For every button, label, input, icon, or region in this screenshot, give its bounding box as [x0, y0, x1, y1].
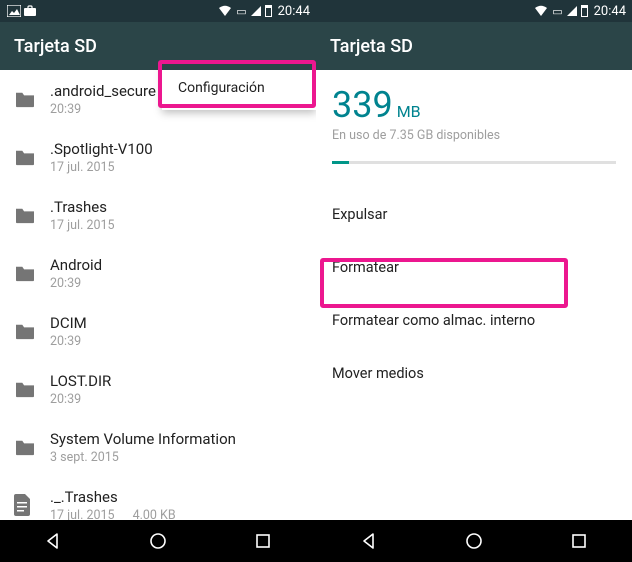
item-name: System Volume Information — [50, 430, 236, 448]
folder-icon — [14, 322, 50, 340]
file-icon — [14, 494, 50, 516]
status-icons: ▭ 20:44 — [534, 4, 626, 19]
item-name: .Trashes — [50, 198, 115, 216]
image-icon — [6, 5, 22, 17]
signal-icon — [567, 6, 577, 16]
app-title: Tarjeta SD — [14, 36, 97, 57]
clock-text: 20:44 — [278, 4, 310, 19]
battery-icon — [581, 5, 588, 17]
item-name: .Spotlight-V100 — [50, 140, 153, 158]
storage-used-value: 339 — [332, 84, 393, 126]
list-item[interactable]: ._.Trashes 17 jul. 2015 4.00 KB — [0, 476, 316, 520]
folder-icon — [14, 206, 50, 224]
status-bar: ▭ 20:44 — [316, 0, 632, 22]
nav-recent-button[interactable] — [568, 530, 590, 552]
item-sub: 20:39 — [50, 392, 81, 407]
item-sub: 20:39 — [50, 276, 81, 291]
list-item[interactable]: .Spotlight-V100 17 jul. 2015 — [0, 128, 316, 186]
option-format-internal[interactable]: Formatear como almac. interno — [316, 294, 632, 347]
menu-item-settings[interactable]: Configuración — [162, 70, 316, 110]
battery-icon — [265, 5, 272, 17]
briefcase-icon — [22, 5, 38, 17]
app-bar: Tarjeta SD — [316, 22, 632, 70]
storage-subtitle: En uso de 7.35 GB disponibles — [332, 128, 616, 143]
folder-icon — [14, 380, 50, 398]
item-name: DCIM — [50, 314, 87, 332]
item-name: .android_secure — [50, 82, 156, 100]
status-bar: ▭ 20:44 — [0, 0, 316, 22]
item-size: 4.00 KB — [133, 508, 176, 521]
wifi-icon — [218, 5, 232, 17]
storage-progress-fill — [332, 161, 349, 164]
folder-icon — [14, 90, 50, 108]
file-list: .android_secure 20:39 .Spotlight-V100 17… — [0, 70, 316, 520]
option-move-media[interactable]: Mover medios — [316, 347, 632, 400]
storage-used-unit: MB — [397, 102, 421, 121]
no-sim-icon: ▭ — [236, 5, 246, 18]
left-phone: ▭ 20:44 Tarjeta SD .android_secure 20:39… — [0, 0, 316, 562]
item-sub: 20:39 — [50, 102, 81, 117]
option-format[interactable]: Formatear — [316, 241, 632, 294]
item-sub: 17 jul. 2015 — [50, 508, 115, 521]
nav-home-button[interactable] — [463, 530, 485, 552]
signal-icon — [251, 6, 261, 16]
item-sub: 17 jul. 2015 — [50, 160, 115, 175]
folder-icon — [14, 438, 50, 456]
status-icons: ▭ 20:44 — [218, 4, 310, 19]
storage-progress-bar — [332, 161, 616, 164]
item-sub: 3 sept. 2015 — [50, 450, 119, 465]
app-title: Tarjeta SD — [330, 36, 413, 57]
wifi-icon — [534, 5, 548, 17]
list-item[interactable]: DCIM 20:39 — [0, 302, 316, 360]
clock-text: 20:44 — [594, 4, 626, 19]
nav-bar — [316, 520, 632, 562]
no-sim-icon: ▭ — [552, 5, 562, 18]
item-name: ._.Trashes — [50, 488, 176, 506]
nav-back-button[interactable] — [358, 530, 380, 552]
right-phone: ▭ 20:44 Tarjeta SD 339MB En uso de 7.35 … — [316, 0, 632, 562]
folder-icon — [14, 148, 50, 166]
item-sub: 17 jul. 2015 — [50, 218, 115, 233]
app-bar: Tarjeta SD — [0, 22, 316, 70]
folder-icon — [14, 264, 50, 282]
option-eject[interactable]: Expulsar — [316, 188, 632, 241]
list-item[interactable]: LOST.DIR 20:39 — [0, 360, 316, 418]
item-name: LOST.DIR — [50, 372, 111, 390]
list-item[interactable]: System Volume Information 3 sept. 2015 — [0, 418, 316, 476]
nav-bar — [0, 520, 316, 562]
storage-settings: 339MB En uso de 7.35 GB disponibles Expu… — [316, 70, 632, 520]
list-item[interactable]: Android 20:39 — [0, 244, 316, 302]
storage-header: 339MB En uso de 7.35 GB disponibles — [316, 70, 632, 151]
item-sub: 20:39 — [50, 334, 81, 349]
item-name: Android — [50, 256, 102, 274]
nav-home-button[interactable] — [147, 530, 169, 552]
list-item[interactable]: .Trashes 17 jul. 2015 — [0, 186, 316, 244]
overflow-menu: Vista de cuadrícula Configuración — [162, 70, 316, 110]
nav-recent-button[interactable] — [252, 530, 274, 552]
nav-back-button[interactable] — [42, 530, 64, 552]
